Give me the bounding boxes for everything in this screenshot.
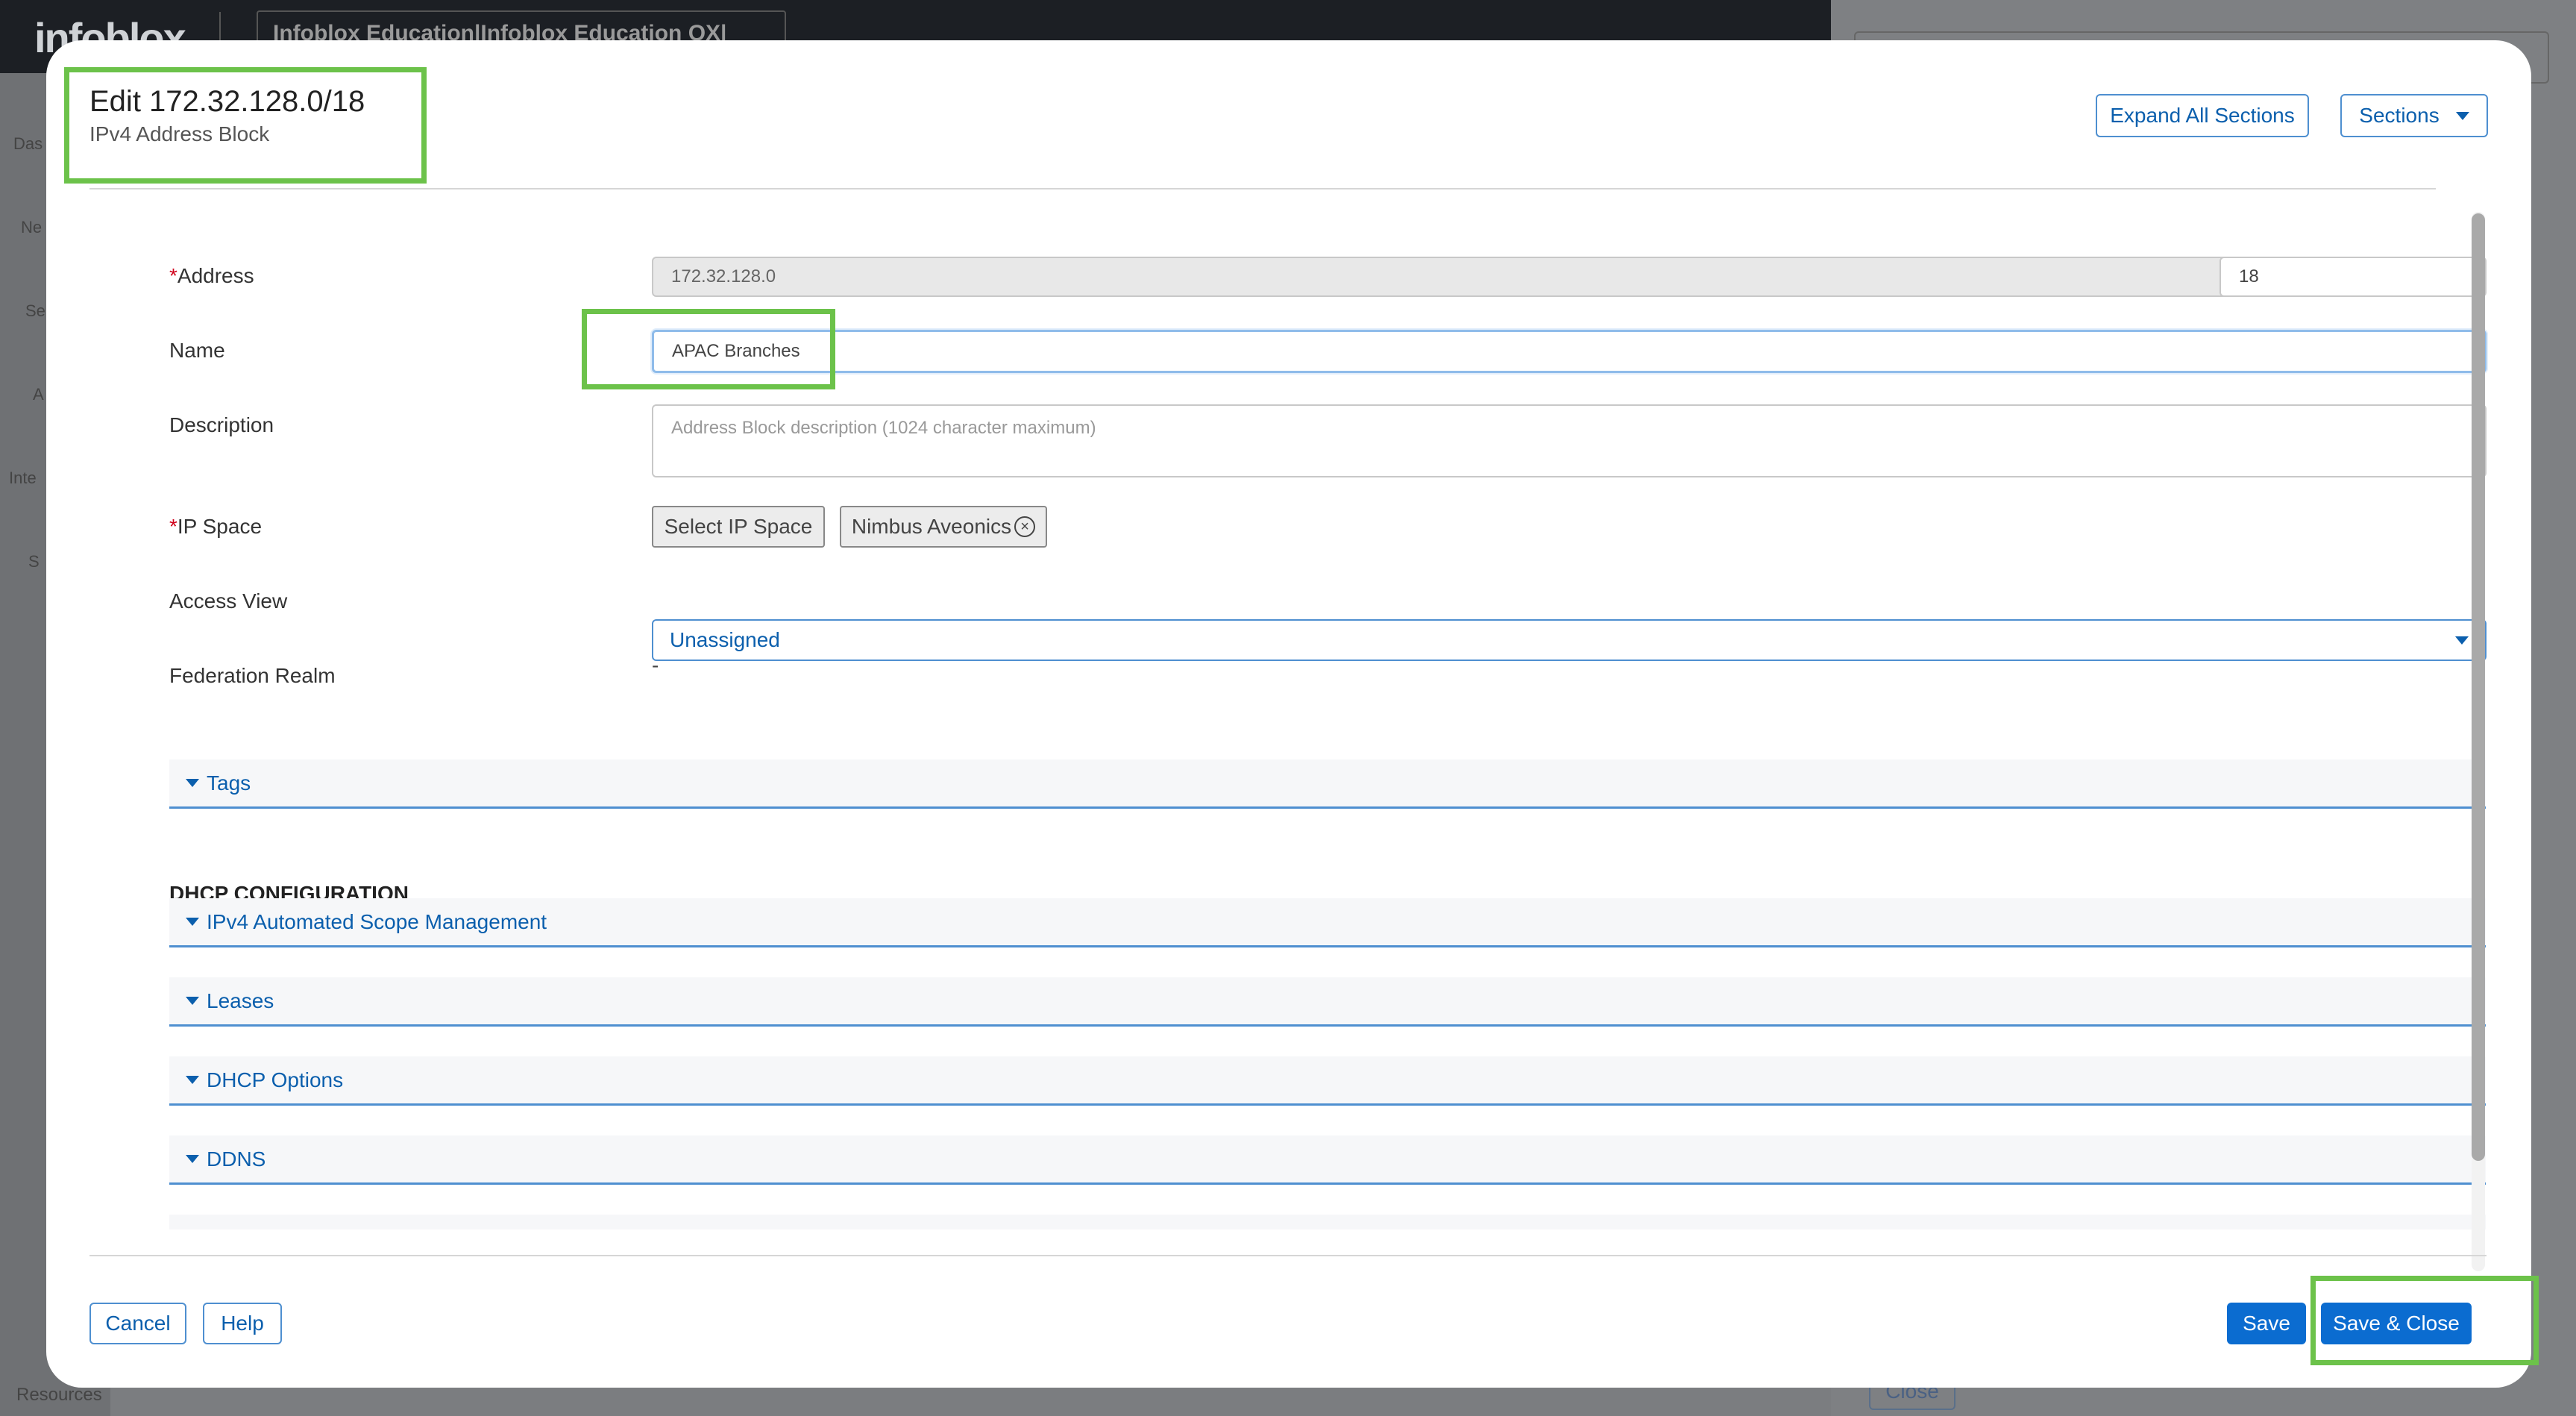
chevron-down-icon: [186, 1155, 199, 1163]
chevron-down-icon: [186, 779, 199, 787]
chevron-down-icon: [186, 1076, 199, 1084]
sidebar-item-a[interactable]: A: [33, 385, 44, 404]
sidebar-item-dashboard[interactable]: Das: [13, 134, 43, 154]
access-view-value: Unassigned: [670, 628, 780, 651]
header-divider: [89, 188, 2436, 189]
section-ipv4-automated-scope-management[interactable]: IPv4 Automated Scope Management: [169, 898, 2486, 947]
expand-all-sections-button[interactable]: Expand All Sections: [2096, 94, 2309, 137]
sidebar-item-integrations[interactable]: Inte: [9, 469, 37, 488]
edit-address-block-modal: Edit 172.32.128.0/18 IPv4 Address Block …: [46, 40, 2539, 1388]
federation-realm-label: Federation Realm: [169, 664, 336, 687]
select-ip-space-button[interactable]: Select IP Space: [652, 506, 825, 548]
remove-circle-icon[interactable]: ×: [1014, 516, 1036, 537]
ip-space-label: *IP Space: [169, 515, 263, 538]
required-mark: *: [169, 264, 178, 287]
section-tags[interactable]: Tags: [169, 759, 2486, 809]
chevron-down-icon: [2455, 111, 2469, 120]
title-highlight-box: [64, 67, 427, 184]
help-button[interactable]: Help: [203, 1303, 282, 1344]
selected-ip-space-chip: Nimbus Aveonics ×: [840, 506, 1047, 548]
sections-label: Sections: [2359, 104, 2440, 127]
section-tags-label: Tags: [207, 771, 251, 795]
chevron-down-icon: [186, 918, 199, 926]
footer-divider: [89, 1255, 2487, 1256]
section-dhcp-options[interactable]: DHCP Options: [169, 1056, 2486, 1106]
name-input[interactable]: APAC Branches: [652, 330, 2487, 373]
save-button[interactable]: Save: [2227, 1303, 2306, 1344]
save-close-highlight-box: [2310, 1276, 2539, 1365]
sidebar-item-s[interactable]: S: [28, 552, 40, 571]
sidebar-item-networks[interactable]: Ne: [21, 218, 42, 237]
description-label: Description: [169, 413, 274, 436]
federation-realm-value: -: [652, 654, 659, 677]
description-textarea[interactable]: Address Block description (1024 characte…: [652, 404, 2487, 477]
selected-ip-space-label: Nimbus Aveonics: [851, 515, 1012, 538]
section-partial: [169, 1215, 2486, 1229]
scrollbar-thumb[interactable]: [2472, 213, 2485, 1161]
sidebar-resources[interactable]: Resources: [16, 1385, 102, 1406]
cidr-input[interactable]: 18: [2220, 257, 2487, 297]
description-placeholder: Address Block description (1024 characte…: [671, 418, 1096, 438]
address-label: *Address: [169, 264, 254, 287]
access-view-select[interactable]: Unassigned: [652, 619, 2487, 661]
cancel-button[interactable]: Cancel: [89, 1303, 186, 1344]
section-leases[interactable]: Leases: [169, 977, 2486, 1027]
name-highlight-box: [582, 309, 835, 389]
sidebar-item-services[interactable]: Se: [25, 301, 45, 321]
chevron-down-icon: [2455, 636, 2469, 645]
section-ddns[interactable]: DDNS: [169, 1135, 2486, 1185]
sections-dropdown-button[interactable]: Sections: [2340, 94, 2488, 137]
name-label: Name: [169, 339, 225, 362]
chevron-down-icon: [186, 997, 199, 1005]
access-view-label: Access View: [169, 589, 288, 613]
address-input[interactable]: 172.32.128.0: [652, 257, 2249, 297]
